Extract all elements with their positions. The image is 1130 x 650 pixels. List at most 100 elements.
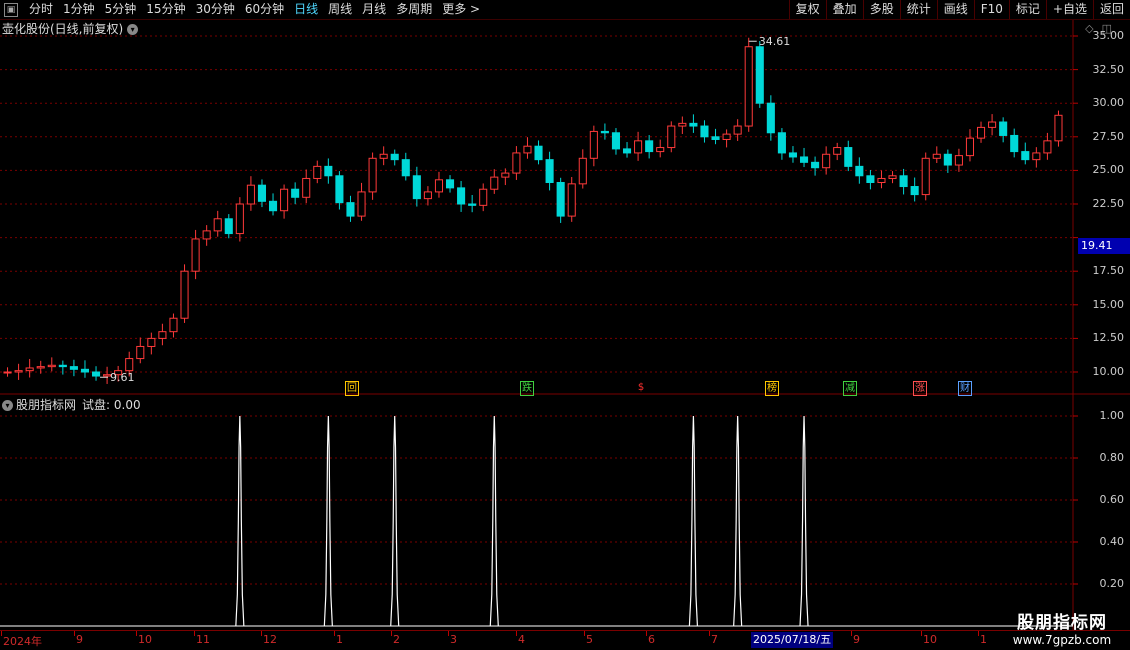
candle-body	[822, 153, 831, 169]
candle-body	[634, 140, 643, 154]
candle-body	[833, 147, 842, 155]
period-tab-7[interactable]: 周线	[323, 0, 357, 19]
action-button-0[interactable]: 复权	[788, 0, 826, 19]
dropdown-icon[interactable]: ▾	[127, 23, 139, 35]
action-button-3[interactable]: 统计	[899, 0, 937, 19]
date-tick	[334, 631, 335, 636]
candle-body	[457, 187, 466, 205]
watermark: 股朋指标网 www.7gpzb.com	[1006, 608, 1118, 647]
action-button-8[interactable]: 返回	[1092, 0, 1130, 19]
candle-body	[479, 188, 488, 206]
candle-body	[357, 191, 366, 217]
candle-body	[25, 367, 34, 372]
window-icon[interactable]: ▣	[4, 2, 18, 17]
event-marker-5[interactable]: 涨	[913, 381, 927, 396]
event-marker-0[interactable]: 回	[345, 381, 359, 396]
candle-body	[855, 165, 864, 177]
watermark-url: www.7gpzb.com	[1012, 633, 1112, 647]
price-tick-label: 10.00	[1092, 365, 1125, 378]
date-tick	[136, 631, 137, 636]
date-tick	[261, 631, 262, 636]
period-tab-5[interactable]: 60分钟	[240, 0, 289, 19]
price-tick-label: 32.50	[1092, 62, 1125, 76]
candle-body	[811, 161, 820, 169]
candle-body	[999, 121, 1008, 136]
period-tab-9[interactable]: 多周期	[391, 0, 437, 19]
period-tab-8[interactable]: 月线	[357, 0, 391, 19]
price-tick-label: 15.00	[1092, 297, 1125, 311]
date-label: 9	[853, 633, 860, 646]
period-tab-1[interactable]: 1分钟	[58, 0, 100, 19]
period-tab-4[interactable]: 30分钟	[191, 0, 240, 19]
period-tab-3[interactable]: 15分钟	[141, 0, 190, 19]
period-bar: ▣ 分时 1分钟 5分钟 15分钟 30分钟 60分钟 日线 周线 月线 多周期 更多 >	[0, 0, 485, 19]
price-tick-label: 25.00	[1092, 163, 1125, 177]
candle-body	[954, 155, 963, 166]
action-button-2[interactable]: 多股	[862, 0, 900, 19]
candle-body	[147, 337, 156, 347]
candle-body	[445, 179, 455, 189]
candle-body	[943, 153, 952, 166]
candle-body	[191, 238, 200, 272]
date-label: 10	[923, 633, 937, 646]
signal-spike	[799, 415, 809, 627]
price-tick-label: 27.50	[1092, 129, 1125, 143]
candle-body	[235, 203, 244, 235]
dropdown-icon[interactable]: ▾	[2, 399, 13, 411]
action-button-5[interactable]: F10	[973, 0, 1009, 19]
candle-body	[213, 218, 222, 232]
candle-body	[600, 130, 609, 134]
chart-canvas: 34.61 9.61	[0, 20, 1130, 630]
candle-body	[125, 358, 134, 372]
candle-body	[335, 175, 344, 204]
date-label: 12	[263, 633, 277, 646]
date-label: 5	[586, 633, 593, 646]
candle-body	[368, 157, 377, 193]
candle-body	[711, 136, 720, 140]
trial-value: 试盘: 0.00	[82, 398, 141, 412]
period-tab-10[interactable]: 更多 >	[437, 0, 485, 19]
date-label: 2024年	[3, 635, 42, 648]
candle-body	[567, 183, 576, 217]
stock-title: 壶化股份(日线,前复权)	[2, 22, 124, 36]
date-tick	[978, 631, 979, 636]
date-tick	[516, 631, 517, 636]
event-marker-1[interactable]: 跌	[520, 381, 534, 396]
candle-body	[324, 165, 333, 177]
candle-body	[678, 122, 687, 127]
action-button-6[interactable]: 标记	[1008, 0, 1046, 19]
action-button-4[interactable]: 画线	[936, 0, 974, 19]
indicator-tick-label: 0.20	[1099, 577, 1125, 590]
price-tick-label: 17.50	[1092, 264, 1125, 278]
action-button-1[interactable]: 叠加	[825, 0, 863, 19]
candle-body	[423, 191, 432, 200]
candle-body	[91, 371, 101, 377]
candle-body	[169, 317, 178, 333]
date-label: 1	[336, 633, 343, 646]
event-marker-6[interactable]: 财	[958, 381, 972, 396]
event-marker-3[interactable]: 榜	[765, 381, 779, 396]
candle-body	[545, 159, 554, 183]
period-tab-0[interactable]: 分时	[24, 0, 58, 19]
signal-spike	[489, 415, 499, 627]
date-tick	[391, 631, 392, 636]
candle-body	[158, 331, 167, 339]
event-marker-4[interactable]: 减	[843, 381, 857, 396]
candle-body	[224, 218, 233, 235]
candle-body	[379, 153, 388, 159]
candle-body	[921, 157, 930, 196]
candle-body	[1043, 140, 1052, 154]
candle-body	[733, 125, 742, 135]
candle-body	[667, 125, 676, 149]
period-tab-2[interactable]: 5分钟	[100, 0, 142, 19]
date-label: 6	[648, 633, 655, 646]
candle-body	[799, 156, 809, 163]
action-bar: 复权 叠加 多股 统计 画线 F10 标记 +自选 返回	[788, 0, 1130, 19]
period-tab-6[interactable]: 日线	[289, 0, 323, 19]
date-tick	[709, 631, 710, 636]
event-marker-2[interactable]: $	[635, 381, 647, 394]
action-button-7[interactable]: +自选	[1045, 0, 1093, 19]
date-label: 11	[196, 633, 210, 646]
date-tick	[74, 631, 75, 636]
date-tick	[584, 631, 585, 636]
